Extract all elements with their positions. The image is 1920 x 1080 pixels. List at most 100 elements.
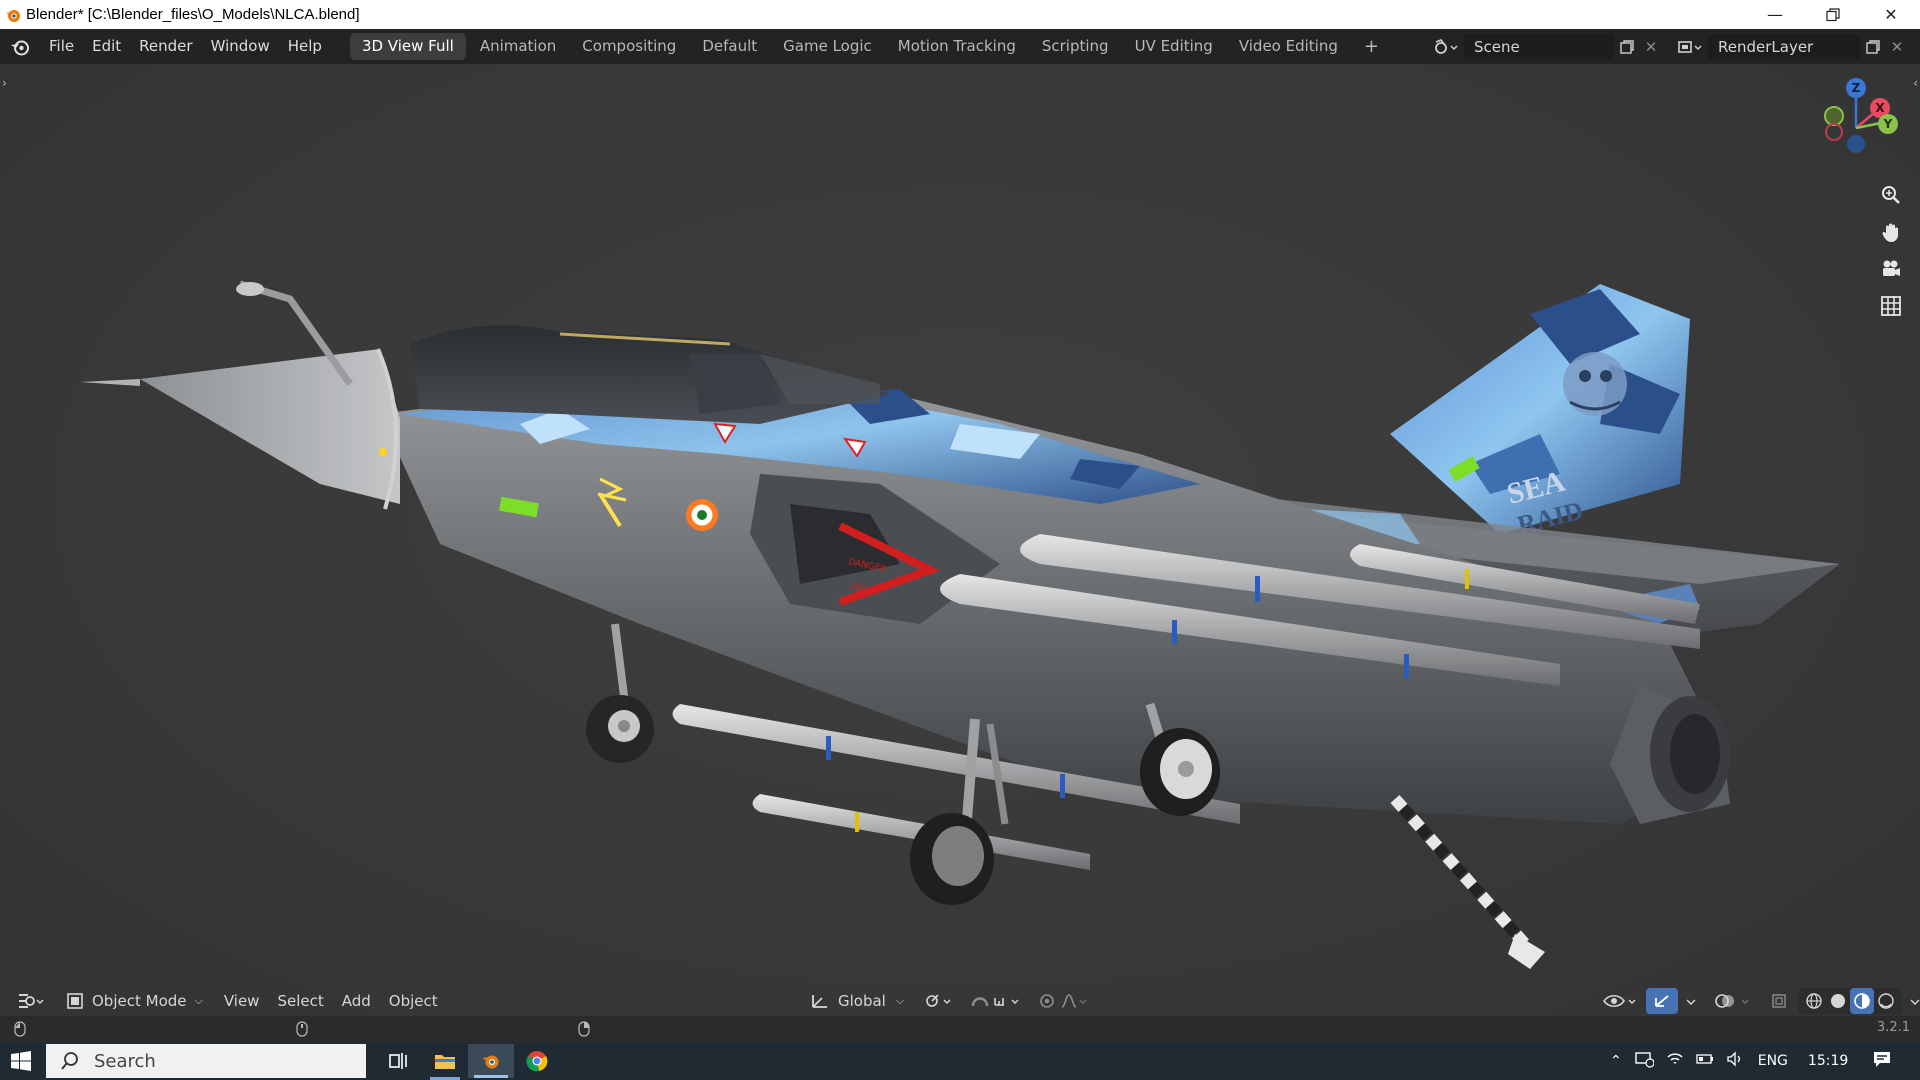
scene-name-field[interactable]: Scene [1464, 34, 1614, 59]
gizmo-options-icon[interactable] [1678, 988, 1704, 1014]
blender-logo-icon [0, 0, 26, 29]
delete-view-layer-icon[interactable]: ✕ [1886, 38, 1908, 56]
delete-scene-icon[interactable]: ✕ [1640, 38, 1662, 56]
menu-select[interactable]: Select [268, 992, 332, 1010]
scene-browse-icon[interactable] [1428, 33, 1464, 60]
pan-hand-icon[interactable] [1874, 215, 1908, 249]
window-title: Blender* [C:\Blender_files\O_Models\NLCA… [26, 6, 360, 23]
view-layer-name: RenderLayer [1718, 37, 1814, 56]
mouse-middle-icon [296, 1021, 308, 1041]
menu-render[interactable]: Render [130, 29, 201, 64]
minimize-icon[interactable]: — [1746, 0, 1804, 29]
wireframe-shading-icon[interactable] [1802, 988, 1826, 1014]
viewport-nav-buttons [1874, 178, 1908, 323]
status-bar: 3.2.1 [0, 1016, 1920, 1042]
volume-icon[interactable] [1726, 1051, 1744, 1071]
tab-3d-view-full[interactable]: 3D View Full [349, 33, 466, 60]
3d-viewport[interactable]: › ‹ SEA RAID DANGER INTAKE Z X Y [0, 64, 1920, 1016]
material-preview-shading-icon[interactable] [1850, 988, 1874, 1014]
workspace-tabs: 3D View Full Animation Compositing Defau… [349, 33, 1392, 60]
blender-menu-icon[interactable] [0, 29, 40, 64]
tab-game-logic[interactable]: Game Logic [771, 33, 884, 60]
xray-toggle-icon[interactable] [1764, 988, 1794, 1014]
menu-file[interactable]: File [40, 29, 83, 64]
menu-view[interactable]: View [215, 992, 269, 1010]
network-status-icon[interactable] [1634, 1050, 1655, 1072]
orientation-label: Global [838, 992, 886, 1010]
header-menus: View Select Add Object [215, 992, 447, 1010]
tab-scripting[interactable]: Scripting [1030, 33, 1121, 60]
zoom-icon[interactable] [1874, 178, 1908, 212]
tab-default[interactable]: Default [690, 33, 769, 60]
visibility-icon[interactable] [1596, 988, 1644, 1014]
menu-add[interactable]: Add [333, 992, 380, 1010]
view-layer-name-field[interactable]: RenderLayer [1708, 34, 1860, 59]
view-layer-browse-icon[interactable] [1672, 33, 1708, 60]
view-layer-selector: RenderLayer ✕ [1672, 33, 1908, 60]
tray-overflow-chevron-icon[interactable]: ⌃ [1610, 1053, 1622, 1069]
system-tray: ⌃ ENG 15:19 [1610, 1042, 1892, 1080]
overlays-icon[interactable] [1708, 988, 1760, 1014]
chevron-down-icon: ⌵ [194, 994, 203, 1007]
solid-shading-icon[interactable] [1826, 988, 1850, 1014]
landing-gear-main-left [910, 718, 1009, 905]
mouse-left-icon [14, 1021, 26, 1041]
gizmo-toggle-icon[interactable] [1646, 988, 1678, 1014]
menu-edit[interactable]: Edit [83, 29, 130, 64]
add-workspace-button[interactable]: + [1352, 33, 1391, 60]
gizmo-y-axis[interactable]: Y [1878, 114, 1898, 134]
navigation-gizmo[interactable]: Z X Y [1800, 72, 1912, 184]
topbar: File Edit Render Window Help 3D View Ful… [0, 29, 1920, 64]
close-icon[interactable]: ✕ [1862, 0, 1920, 29]
tab-video-editing[interactable]: Video Editing [1227, 33, 1350, 60]
chrome-icon[interactable] [514, 1044, 560, 1078]
mouse-right-icon [578, 1021, 590, 1041]
transform-tools: Global ⌵ [804, 988, 1094, 1014]
blender-taskbar-icon[interactable] [468, 1044, 514, 1078]
chevron-down-icon: ⌵ [895, 994, 905, 1007]
file-explorer-icon[interactable] [422, 1044, 468, 1080]
tab-compositing[interactable]: Compositing [570, 33, 688, 60]
aircraft-model[interactable]: SEA RAID DANGER INTAKE [0, 64, 1920, 1016]
menu-help[interactable]: Help [279, 29, 331, 64]
notifications-icon[interactable] [1872, 1050, 1892, 1072]
menu-object[interactable]: Object [380, 992, 447, 1010]
shading-options-icon[interactable] [1902, 988, 1920, 1014]
editor-type-button[interactable] [10, 988, 52, 1014]
main-menu: File Edit Render Window Help [40, 29, 331, 64]
grid-perspective-icon[interactable] [1874, 289, 1908, 323]
taskbar-search-box[interactable]: Search [46, 1044, 366, 1078]
shading-mode-group [1798, 988, 1902, 1014]
object-mode-icon [67, 993, 83, 1009]
wifi-icon[interactable] [1666, 1051, 1684, 1071]
search-placeholder: Search [94, 1050, 156, 1072]
clock[interactable]: 15:19 [1808, 1053, 1848, 1069]
task-view-icon[interactable] [376, 1044, 422, 1078]
object-mode-dropdown[interactable]: Object Mode ⌵ [60, 988, 209, 1014]
tab-motion-tracking[interactable]: Motion Tracking [886, 33, 1028, 60]
search-icon [61, 1052, 78, 1070]
windows-start-icon[interactable] [8, 1048, 34, 1074]
new-scene-icon[interactable] [1614, 39, 1640, 55]
restore-icon[interactable] [1804, 0, 1862, 29]
tab-animation[interactable]: Animation [468, 33, 568, 60]
pivot-point-icon[interactable] [918, 988, 960, 1014]
camera-view-icon[interactable] [1874, 252, 1908, 286]
snap-icon[interactable] [964, 988, 1028, 1014]
menu-window[interactable]: Window [202, 29, 279, 64]
language-indicator[interactable]: ENG [1758, 1053, 1788, 1069]
rendered-shading-icon[interactable] [1874, 988, 1898, 1014]
proportional-editing-icon[interactable] [1032, 988, 1094, 1014]
tab-uv-editing[interactable]: UV Editing [1123, 33, 1225, 60]
nose-cone [140, 349, 400, 504]
transform-orientation-dropdown[interactable]: Global ⌵ [804, 988, 910, 1014]
gizmo-z-axis[interactable]: Z [1846, 78, 1866, 98]
landing-gear-nose [586, 623, 654, 763]
new-view-layer-icon[interactable] [1860, 39, 1886, 55]
windows-taskbar: Search ⌃ ENG 15:19 [0, 1042, 1920, 1080]
orientation-icon [812, 995, 827, 1008]
version-label: 3.2.1 [1876, 1020, 1910, 1035]
battery-icon[interactable] [1696, 1052, 1714, 1070]
shading-tools [1596, 988, 1920, 1014]
viewport-header: Object Mode ⌵ View Select Add Object Glo… [0, 986, 1920, 1016]
